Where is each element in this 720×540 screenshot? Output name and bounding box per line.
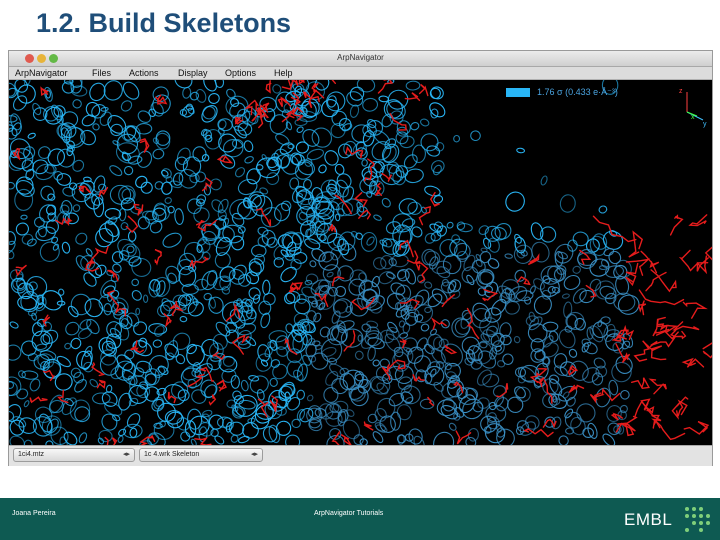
menu-display[interactable]: Display: [178, 67, 208, 79]
menubar: ArpNavigator Files Actions Display Optio…: [9, 67, 712, 80]
axis-z-label: z: [679, 88, 683, 95]
menu-actions[interactable]: Actions: [129, 67, 159, 79]
embl-logo-dots-icon: [685, 507, 710, 532]
molecular-viewport[interactable]: 1.76 σ (0.433 e·Å⁻³) z y x: [9, 80, 712, 445]
density-mesh: [9, 80, 640, 445]
chevron-updown-icon: ◂▸: [250, 451, 258, 458]
menu-arpnavigator[interactable]: ArpNavigator: [15, 67, 68, 79]
menu-help[interactable]: Help: [274, 67, 293, 79]
embl-logo: EMBL: [624, 510, 673, 529]
map-selector-value: 1ci4.mtz: [18, 451, 45, 458]
contour-level-text: 1.76 σ (0.433 e·Å⁻³): [537, 87, 618, 97]
arpnavigator-window: ArpNavigator ArpNavigator Files Actions …: [8, 50, 713, 466]
chevron-updown-icon: ◂▸: [122, 451, 130, 458]
axis-y-label: y: [703, 121, 707, 128]
density-map-canvas[interactable]: [9, 80, 712, 445]
window-titlebar: ArpNavigator: [9, 51, 712, 67]
status-bar: 1ci4.mtz ◂▸ 1c 4.wrk Skeleton ◂▸: [9, 445, 712, 466]
slide-footer: Joana Pereira ArpNavigator Tutorials EMB…: [0, 498, 720, 540]
skeleton-selector-value: 1c 4.wrk Skeleton: [144, 451, 200, 458]
menu-files[interactable]: Files: [92, 67, 111, 79]
slide-title: 1.2. Build Skeletons: [36, 8, 292, 38]
axis-x-label: x: [691, 114, 695, 121]
skeleton-selector[interactable]: 1c 4.wrk Skeleton ◂▸: [139, 448, 263, 462]
footer-author: Joana Pereira: [12, 510, 56, 517]
map-selector[interactable]: 1ci4.mtz ◂▸: [13, 448, 135, 462]
window-title: ArpNavigator: [337, 53, 384, 62]
footer-title: ArpNavigator Tutorials: [314, 510, 384, 517]
orientation-axes-icon: [686, 92, 704, 121]
menu-options[interactable]: Options: [225, 67, 256, 79]
contour-color-swatch: [506, 88, 530, 97]
